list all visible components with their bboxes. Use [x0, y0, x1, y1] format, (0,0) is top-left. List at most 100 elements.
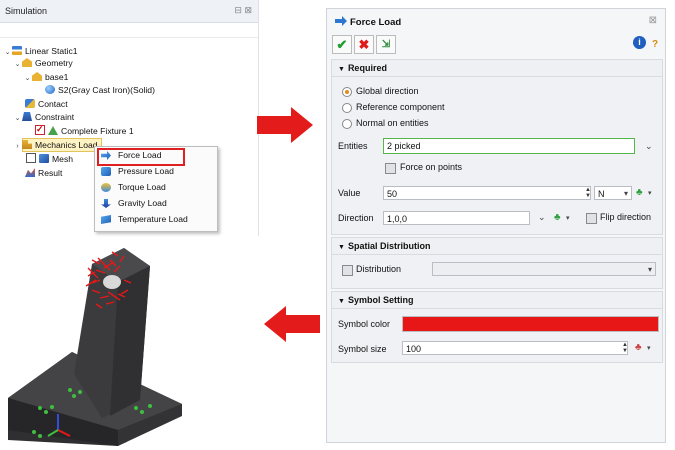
tree-label: Constraint — [35, 112, 75, 122]
checkbox-unchecked-icon[interactable] — [26, 153, 36, 163]
spinner-icon[interactable]: ▲ ▼ — [585, 187, 591, 199]
pick-direction-icon[interactable]: ♣ — [554, 213, 563, 223]
checkbox-checked-icon[interactable] — [35, 123, 45, 135]
tree-label: Linear Static1 — [25, 46, 78, 56]
ok-button[interactable]: ✔ — [332, 35, 352, 54]
info-icon[interactable]: i — [633, 36, 646, 49]
symbol-color-label: Symbol color — [338, 319, 391, 329]
distribution-label: Distribution — [356, 264, 402, 274]
menu-item-label: Temperature Load — [118, 214, 188, 224]
geometry-icon — [22, 58, 32, 67]
result-icon — [25, 168, 35, 177]
dialog-title: Force Load — [350, 17, 402, 28]
mechanics-loads-icon — [22, 140, 32, 149]
pick-tool-icon[interactable]: ♣ — [636, 188, 645, 198]
chevron-down-icon[interactable]: ▾ — [566, 214, 570, 222]
tree-item-geometry[interactable]: ⌄ Geometry — [13, 57, 73, 69]
spatial-distribution-section: ▼ Spatial Distribution Distribution — [331, 237, 663, 289]
menu-item-gravity-load[interactable]: Gravity Load — [97, 196, 213, 211]
menu-item-label: Pressure Load — [118, 166, 174, 176]
symbol-section-header[interactable]: ▼ Symbol Setting — [332, 292, 662, 309]
menu-item-force-load[interactable]: Force Load — [97, 148, 213, 166]
required-section-body: Global direction Reference component Nor… — [332, 77, 662, 234]
spatial-section-header[interactable]: ▼ Spatial Distribution — [332, 238, 662, 255]
required-section-header[interactable]: ▼ Required — [332, 60, 662, 77]
tree-item-result[interactable]: Result — [25, 167, 62, 179]
help-icon[interactable]: ? — [650, 36, 660, 50]
tree-item-constraint[interactable]: ⌄ Constraint — [13, 111, 74, 123]
radio-reference-component[interactable] — [342, 103, 352, 113]
cancel-button[interactable]: ✖ — [354, 35, 374, 54]
tree-item-part[interactable]: S2(Gray Cast Iron)(Solid) — [45, 84, 155, 96]
tree-label: base1 — [45, 72, 69, 82]
force-on-points-checkbox[interactable] — [385, 163, 396, 174]
flip-direction-checkbox[interactable] — [586, 213, 597, 224]
right-arrow-icon — [257, 107, 313, 143]
tree-label: Contact — [38, 99, 68, 109]
chevron-down-icon[interactable]: ▾ — [647, 344, 651, 352]
tree-item-linear-static[interactable]: ⌄ Linear Static1 — [3, 45, 78, 57]
spatial-section-body: Distribution — [332, 255, 662, 288]
menu-item-torque-load[interactable]: Torque Load — [97, 180, 213, 195]
tree-item-contact[interactable]: Contact — [25, 98, 68, 110]
symbol-size-label: Symbol size — [338, 344, 387, 354]
radio-label: Reference component — [356, 102, 445, 112]
tree-label: Result — [38, 168, 63, 178]
symbol-section-body: Symbol color Symbol size 100 ▲ ▼ ♣ ▾ — [332, 309, 662, 362]
mesh-icon — [39, 154, 49, 163]
symbol-color-picker[interactable] — [402, 316, 659, 332]
force-load-dialog: Force Load ⊠ ✔ ✖ ⇲ i ? ▼ Required Global … — [326, 8, 666, 443]
value-input[interactable]: 50 — [383, 186, 591, 200]
constraint-icon — [22, 112, 32, 121]
model-viewport[interactable] — [0, 240, 258, 448]
simulation-toolbar-strip — [0, 23, 258, 38]
chevron-down-icon[interactable]: ⌄ — [23, 73, 32, 85]
radio-global-direction[interactable] — [342, 87, 352, 97]
chevron-down-icon[interactable]: ⌄ — [3, 47, 12, 59]
chevron-right-icon[interactable]: › — [13, 141, 22, 153]
distribution-select[interactable] — [432, 262, 656, 277]
section-title: Symbol Setting — [347, 295, 414, 305]
tree-label: S2(Gray Cast Iron)(Solid) — [58, 85, 155, 95]
chevron-down-icon[interactable]: ⌄ — [13, 113, 22, 125]
double-chevron-down-icon[interactable]: ⌄ — [645, 141, 653, 152]
simulation-panel-header: Simulation ⊟ ⊠ — [0, 0, 258, 23]
collapse-triangle-icon: ▼ — [338, 298, 345, 305]
required-section: ▼ Required Global direction Reference com… — [331, 59, 663, 235]
section-title: Required — [347, 63, 387, 73]
simulation-panel: Simulation ⊟ ⊠ ⌄ Linear Static1 ⌄ Geometry… — [0, 0, 259, 236]
menu-item-label: Force Load — [118, 150, 162, 160]
unit-select[interactable]: N — [594, 186, 632, 201]
force-load-icon — [335, 16, 347, 26]
solid-body-icon — [45, 85, 55, 94]
pick-tool-icon[interactable]: ♣ — [635, 343, 644, 353]
spinner-icon[interactable]: ▲ ▼ — [622, 342, 628, 354]
tree-label: Mesh — [52, 154, 74, 164]
double-chevron-down-icon[interactable]: ⌄ — [538, 212, 546, 223]
contact-icon — [25, 99, 35, 108]
tree-item-complete-fixture[interactable]: Complete Fixture 1 — [35, 123, 134, 137]
menu-item-pressure-load[interactable]: Pressure Load — [97, 164, 213, 179]
menu-item-label: Torque Load — [118, 182, 166, 192]
chevron-down-icon[interactable]: ▾ — [648, 189, 652, 197]
symbol-setting-section: ▼ Symbol Setting Symbol color Symbol size… — [331, 291, 663, 363]
distribution-checkbox[interactable] — [342, 265, 353, 276]
tree-item-base[interactable]: ⌄ base1 — [23, 71, 68, 83]
direction-input[interactable]: 1,0,0 — [383, 211, 530, 225]
menu-item-temperature-load[interactable]: Temperature Load — [97, 212, 213, 227]
force-on-points-label: Force on points — [400, 162, 463, 172]
tree-item-mechanics-loads[interactable]: › Mechanics Load — [13, 139, 98, 151]
apply-button[interactable]: ⇲ — [376, 35, 396, 54]
simulation-panel-title: Simulation — [5, 6, 48, 16]
panel-window-controls-icon[interactable]: ⊟ ⊠ — [234, 5, 252, 16]
close-icon[interactable]: ⊠ — [649, 15, 657, 26]
radio-normal-on-entities[interactable] — [342, 119, 352, 129]
entities-field[interactable]: 2 picked — [383, 138, 635, 154]
entities-label: Entities — [338, 141, 368, 151]
linear-static-icon — [12, 46, 22, 55]
value-label: Value — [338, 188, 361, 198]
tree-label: Mechanics Lo — [35, 140, 89, 150]
symbol-size-input[interactable]: 100 — [402, 341, 628, 355]
chevron-down-icon[interactable]: ⌄ — [13, 59, 22, 71]
tree-item-mesh[interactable]: Mesh — [26, 153, 73, 165]
